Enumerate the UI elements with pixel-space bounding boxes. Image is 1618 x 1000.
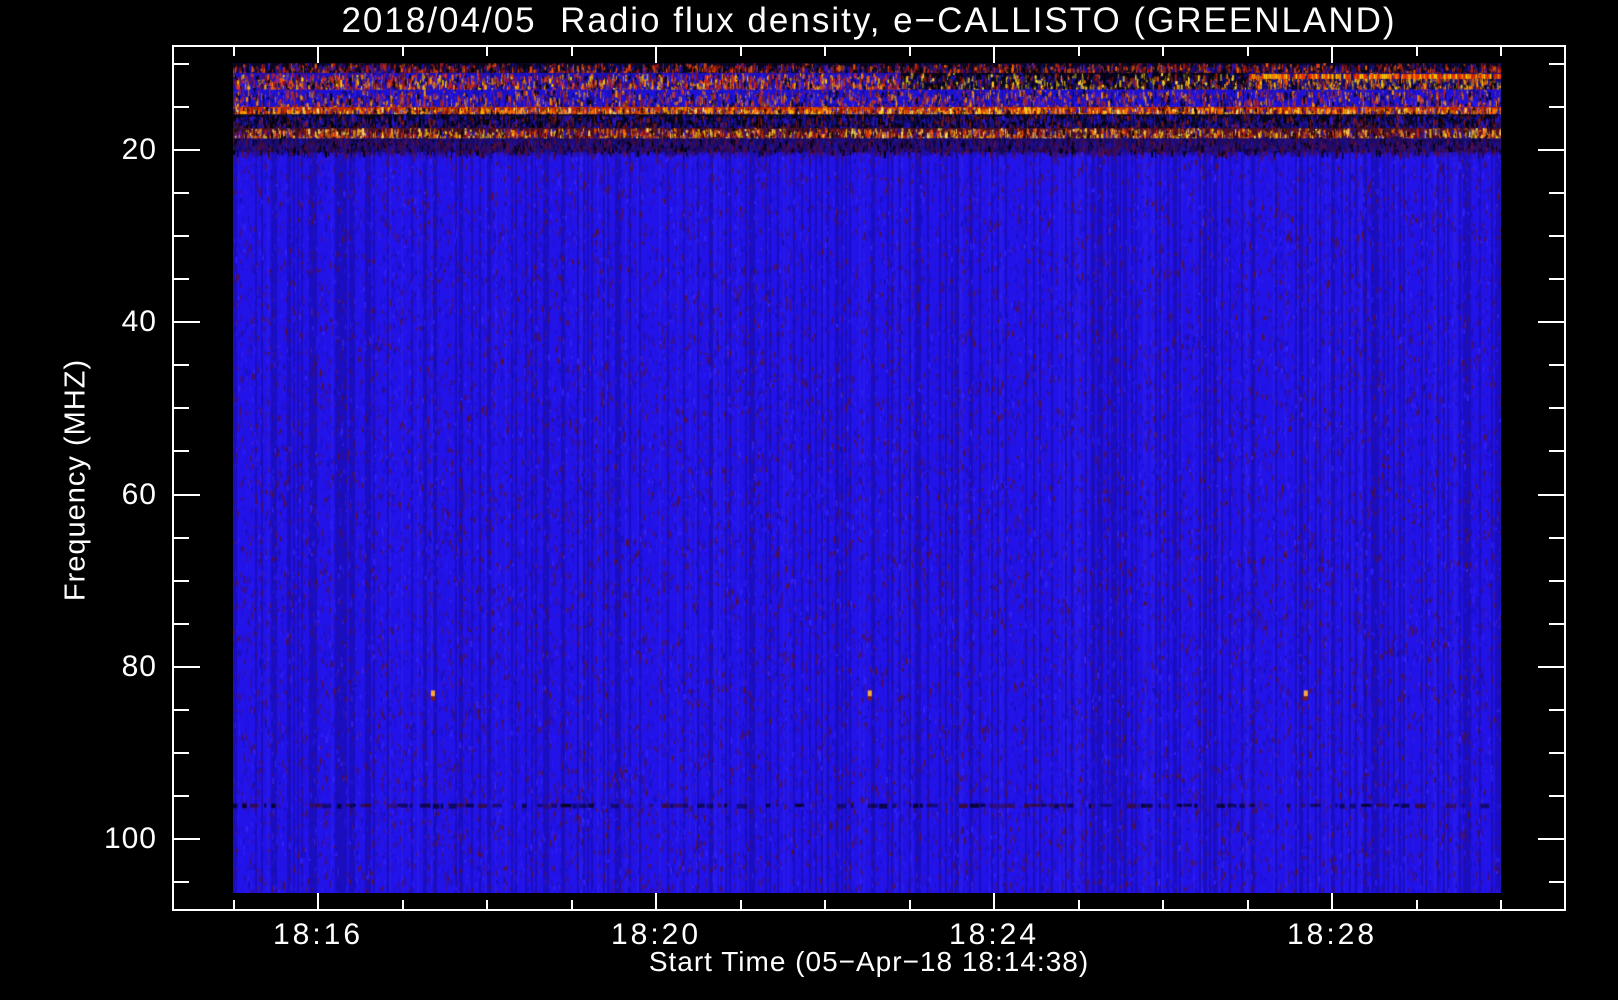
axis-tick: [174, 666, 200, 668]
axis-tick: [993, 893, 995, 909]
axis-tick: [174, 795, 189, 797]
y-tick-label: 80: [121, 650, 157, 683]
axis-tick: [1549, 407, 1564, 409]
axis-tick: [1538, 494, 1564, 496]
axis-tick: [1549, 106, 1564, 108]
axis-tick: [740, 47, 742, 56]
y-tick-label: 60: [121, 478, 157, 511]
axis-tick: [1538, 149, 1564, 151]
axis-tick: [824, 900, 826, 909]
axis-tick: [174, 321, 200, 323]
axis-tick: [1416, 900, 1418, 909]
axis-tick: [909, 900, 911, 909]
axis-tick: [1500, 47, 1502, 56]
axis-tick: [993, 47, 995, 63]
axis-tick: [824, 47, 826, 56]
axis-tick: [486, 47, 488, 56]
axis-tick: [317, 893, 319, 909]
axis-tick: [1416, 47, 1418, 56]
axis-tick: [1549, 580, 1564, 582]
axis-tick: [174, 407, 189, 409]
axis-tick: [1078, 47, 1080, 56]
axis-tick: [1331, 893, 1333, 909]
spectrogram-canvas: [233, 63, 1501, 893]
axis-tick: [740, 900, 742, 909]
axis-tick: [909, 47, 911, 56]
spectrogram-page: 2018/04/05 Radio flux density, e−CALLIST…: [0, 0, 1618, 1000]
axis-tick: [1538, 321, 1564, 323]
axis-tick: [233, 47, 235, 56]
axis-tick: [174, 580, 189, 582]
axis-tick: [655, 893, 657, 909]
axis-tick: [402, 900, 404, 909]
axis-tick: [174, 192, 189, 194]
axis-tick: [233, 900, 235, 909]
axis-tick: [1549, 795, 1564, 797]
axis-tick: [174, 881, 189, 883]
axis-tick: [571, 900, 573, 909]
axis-tick: [1538, 666, 1564, 668]
axis-tick: [174, 838, 200, 840]
axis-tick: [174, 364, 189, 366]
axis-tick: [1549, 709, 1564, 711]
axis-tick: [174, 752, 189, 754]
axis-tick: [1078, 900, 1080, 909]
axis-tick: [1549, 623, 1564, 625]
axis-tick: [174, 63, 189, 65]
axis-tick: [1331, 47, 1333, 63]
axis-tick: [402, 47, 404, 56]
y-tick-label: 100: [103, 822, 157, 855]
axis-tick: [1549, 192, 1564, 194]
axis-tick: [174, 709, 189, 711]
x-axis-title: Start Time (05−Apr−18 18:14:38): [648, 946, 1090, 977]
axis-tick: [1549, 278, 1564, 280]
axis-tick: [571, 47, 573, 56]
axis-tick: [174, 494, 200, 496]
axis-tick: [1549, 63, 1564, 65]
axis-tick: [174, 537, 189, 539]
axis-tick: [1549, 881, 1564, 883]
axis-tick: [486, 900, 488, 909]
axis-tick: [1549, 364, 1564, 366]
axis-tick: [1549, 752, 1564, 754]
chart-title: 2018/04/05 Radio flux density, e−CALLIST…: [341, 1, 1397, 40]
axis-tick: [1549, 450, 1564, 452]
axis-tick: [174, 106, 189, 108]
axis-tick: [174, 623, 189, 625]
axis-tick: [1162, 900, 1164, 909]
axis-tick: [1247, 47, 1249, 56]
axis-tick: [1162, 47, 1164, 56]
axis-tick: [174, 149, 200, 151]
axis-tick: [174, 235, 189, 237]
axis-tick: [1500, 900, 1502, 909]
axis-tick: [1247, 900, 1249, 909]
axis-tick: [174, 278, 189, 280]
y-tick-label: 20: [121, 133, 157, 166]
y-tick-label: 40: [121, 305, 157, 338]
axis-tick: [317, 47, 319, 63]
axis-tick: [1549, 537, 1564, 539]
axis-tick: [1538, 838, 1564, 840]
axis-tick: [655, 47, 657, 63]
axis-tick: [1549, 235, 1564, 237]
axis-tick: [174, 450, 189, 452]
